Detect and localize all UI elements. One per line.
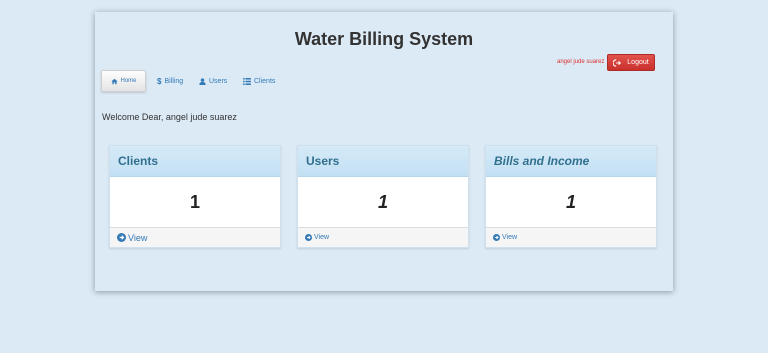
bills-income-panel: Bills and Income 1 View [485,145,657,248]
logout-label: Logout [627,59,649,66]
main-container: Water Billing System angel jude suarez L… [95,12,673,291]
nav-item-home[interactable]: Home [101,70,146,92]
nav-item-clients[interactable]: Clients [243,70,275,92]
welcome-message: Welcome Dear, angel jude suarez [102,112,237,122]
panel-count: 1 [189,191,200,212]
nav-item-users[interactable]: Users [199,70,227,92]
nav-item-label: Clients [254,77,276,85]
panel-title: Clients [110,146,280,177]
nav-item-label: Home [120,78,137,84]
panel-count: 1 [565,191,576,212]
users-view-link[interactable]: View [298,227,468,247]
logout-icon [613,58,622,67]
logout-button[interactable]: Logout [607,54,655,71]
bills-view-link[interactable]: View [486,227,656,247]
panel-title: Users [298,146,468,177]
dollar-icon: $ [157,76,162,86]
nav-item-label: Users [209,77,228,85]
view-label: View [128,232,148,243]
panel-title: Bills and Income [486,146,656,177]
home-icon [110,78,118,85]
nav-item-billing[interactable]: $ Billing [157,70,183,92]
page-title: Water Billing System [294,29,474,49]
panel-count: 1 [377,191,388,212]
nav-item-label: Billing [164,77,184,85]
arrow-circle-right-icon [117,233,126,242]
user-icon [199,77,206,85]
users-panel: Users 1 View [297,145,469,248]
view-label: View [314,234,330,241]
view-label: View [502,234,518,241]
clients-view-link[interactable]: View [110,227,280,247]
logged-in-user-name: angel jude suarez [557,59,605,65]
list-icon [243,77,251,85]
clients-panel: Clients 1 View [109,145,281,248]
arrow-circle-right-icon [305,234,312,241]
arrow-circle-right-icon [493,234,500,241]
